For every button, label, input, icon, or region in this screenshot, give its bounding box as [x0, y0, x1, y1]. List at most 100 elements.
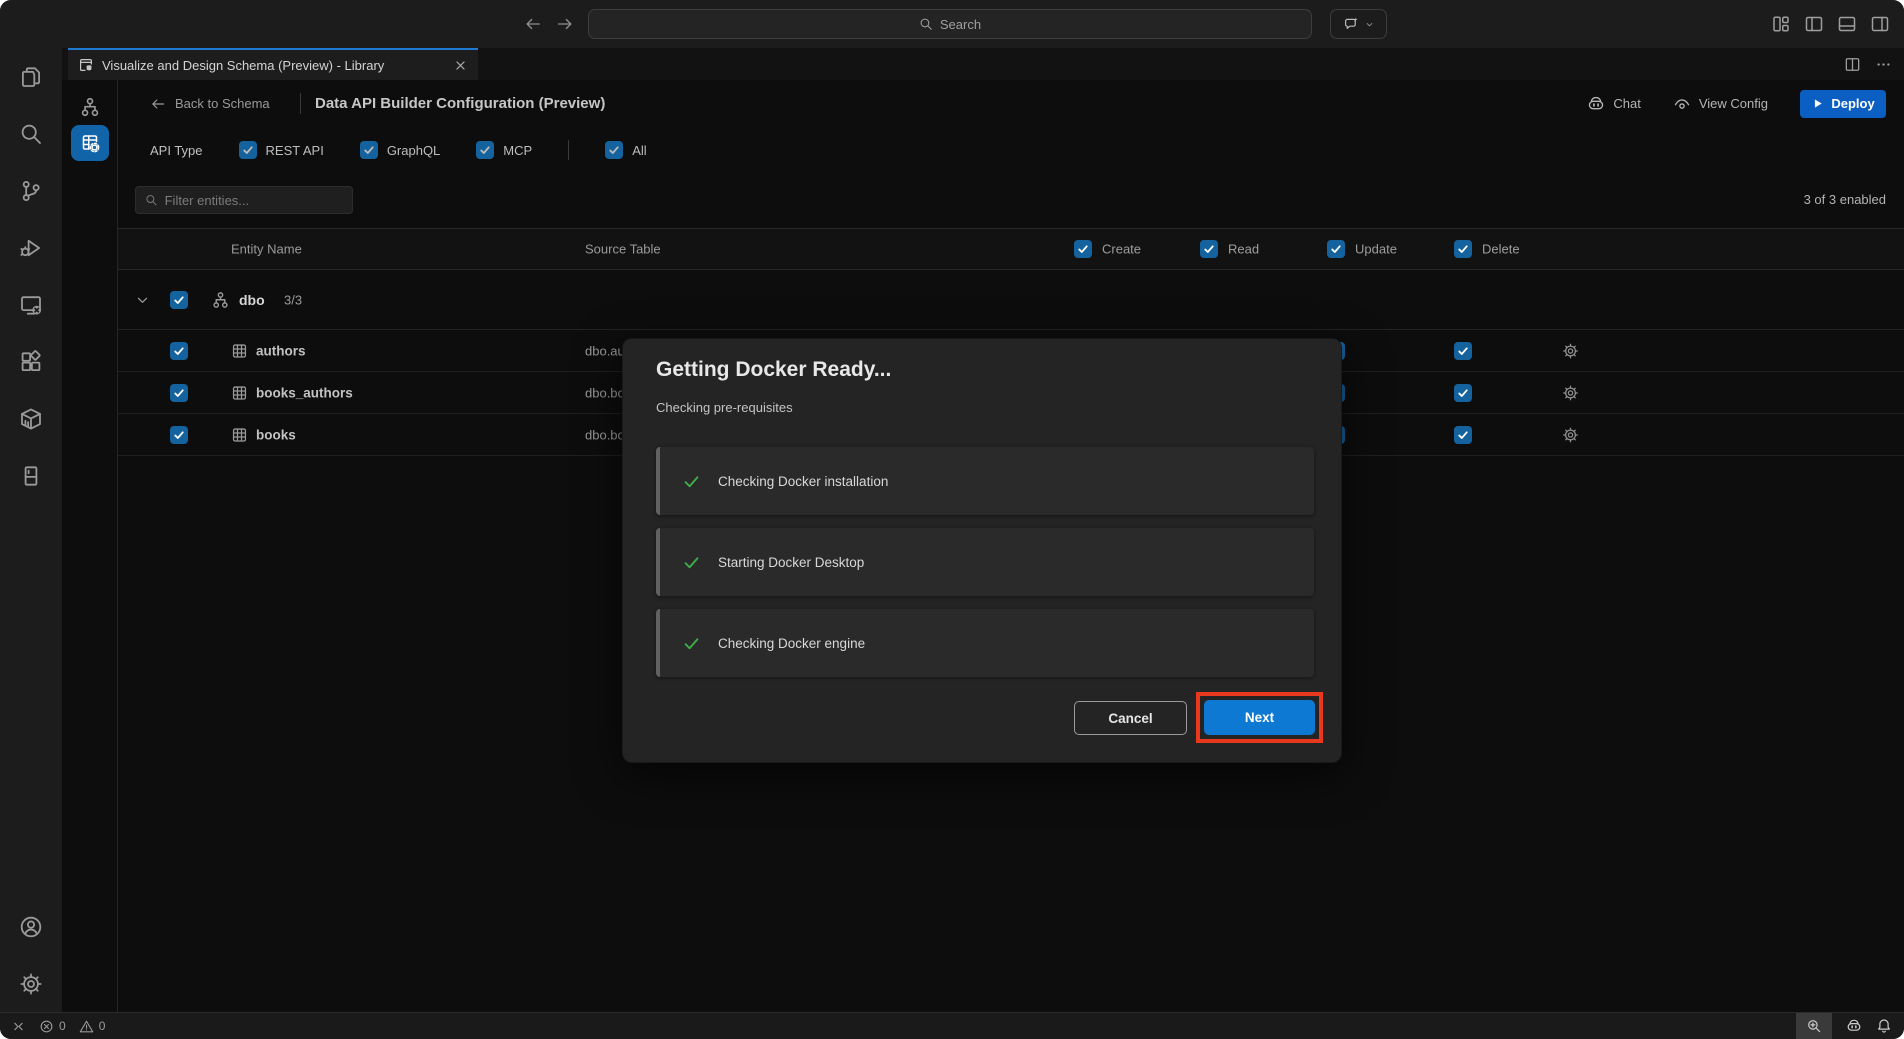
group-checkbox[interactable]	[170, 291, 188, 309]
remote-explorer-icon	[19, 293, 43, 317]
step-label: Checking Docker engine	[718, 636, 865, 651]
history-forward-icon[interactable]	[556, 15, 574, 33]
dab-config-tab-active[interactable]	[71, 125, 109, 161]
entity-filter-input[interactable]	[165, 193, 343, 208]
read-header: Read	[1228, 242, 1259, 257]
history-back-icon[interactable]	[524, 15, 542, 33]
row-settings-gear-icon[interactable]	[1562, 342, 1579, 359]
step-docker-engine: Checking Docker engine	[656, 609, 1314, 677]
mcp-checkbox[interactable]	[476, 141, 494, 159]
toggle-panel-icon[interactable]	[1837, 14, 1857, 34]
sidebar-item-remote-explorer[interactable]	[0, 276, 62, 333]
close-icon[interactable]	[453, 58, 468, 73]
row-checkbox[interactable]	[170, 342, 188, 360]
sidebar-item-search[interactable]	[0, 105, 62, 162]
table-icon	[231, 384, 248, 401]
delete-checkbox[interactable]	[1454, 384, 1472, 402]
zoom-status-button[interactable]	[1796, 1013, 1832, 1039]
title-bar: Search	[0, 0, 1904, 48]
vscode-window: Search Visualize and Design S	[0, 0, 1904, 1039]
entity-name: books_authors	[256, 385, 353, 400]
status-bar: 0 0	[0, 1012, 1904, 1039]
delete-header: Delete	[1482, 242, 1520, 257]
row-checkbox[interactable]	[170, 384, 188, 402]
copilot-status-icon[interactable]	[1846, 1018, 1862, 1034]
sidebar-item-extensions[interactable]	[0, 333, 62, 390]
check-icon	[1457, 387, 1469, 399]
dialog-title: Getting Docker Ready...	[656, 358, 891, 382]
chat-label: Chat	[1613, 96, 1640, 111]
check-icon	[1077, 243, 1089, 255]
files-icon	[19, 65, 43, 89]
database-project-icon	[19, 464, 43, 488]
create-header: Create	[1102, 242, 1141, 257]
problems-warnings[interactable]: 0	[79, 1019, 106, 1034]
chat-button[interactable]: Chat	[1587, 95, 1640, 113]
checkbox-graphql[interactable]: GraphQL	[360, 141, 440, 159]
view-config-button[interactable]: View Config	[1673, 95, 1768, 113]
sidebar-item-run-debug[interactable]	[0, 219, 62, 276]
delete-all-checkbox[interactable]	[1454, 240, 1472, 258]
search-icon	[145, 193, 158, 207]
schema-group-row[interactable]: dbo 3/3	[118, 270, 1904, 330]
chevron-down-icon	[1364, 19, 1375, 30]
sidebar-item-explorer[interactable]	[0, 48, 62, 105]
rest-api-checkbox[interactable]	[239, 141, 257, 159]
header-divider	[300, 93, 301, 114]
tab-visualize-design-schema[interactable]: Visualize and Design Schema (Preview) - …	[68, 48, 478, 80]
next-button[interactable]: Next	[1204, 700, 1315, 735]
customize-layout-icon[interactable]	[1771, 14, 1791, 34]
row-checkbox[interactable]	[170, 426, 188, 444]
error-icon	[39, 1019, 54, 1034]
tab-label: Visualize and Design Schema (Preview) - …	[102, 58, 384, 73]
delete-checkbox[interactable]	[1454, 426, 1472, 444]
copilot-chat-button[interactable]	[1330, 9, 1387, 39]
checkbox-all[interactable]: All	[605, 141, 646, 159]
sidebar-item-settings[interactable]	[0, 955, 62, 1012]
read-all-checkbox[interactable]	[1200, 240, 1218, 258]
create-all-checkbox[interactable]	[1074, 240, 1092, 258]
all-checkbox[interactable]	[605, 141, 623, 159]
step-docker-desktop: Starting Docker Desktop	[656, 528, 1314, 596]
checkbox-rest-api[interactable]: REST API	[239, 141, 324, 159]
remote-indicator-icon[interactable]	[11, 1019, 26, 1034]
delete-checkbox[interactable]	[1454, 342, 1472, 360]
enabled-summary: 3 of 3 enabled	[1804, 186, 1886, 214]
table-header-row: Entity Name Source Table Create Read Upd…	[118, 228, 1904, 270]
zoom-in-icon	[1806, 1018, 1822, 1034]
row-settings-gear-icon[interactable]	[1562, 384, 1579, 401]
check-icon	[479, 144, 491, 156]
checkbox-mcp[interactable]: MCP	[476, 141, 532, 159]
account-icon	[19, 915, 43, 939]
update-all-checkbox[interactable]	[1327, 240, 1345, 258]
row-settings-gear-icon[interactable]	[1562, 426, 1579, 443]
toggle-primary-sidebar-icon[interactable]	[1804, 14, 1824, 34]
chevron-down-icon[interactable]	[134, 291, 151, 308]
cancel-button[interactable]: Cancel	[1074, 701, 1187, 735]
all-label: All	[632, 143, 646, 158]
schema-graph-icon[interactable]	[79, 96, 101, 118]
entity-filter-box[interactable]	[135, 186, 353, 214]
warning-icon	[79, 1019, 94, 1034]
toggle-secondary-sidebar-icon[interactable]	[1870, 14, 1890, 34]
view-config-label: View Config	[1699, 96, 1768, 111]
sidebar-item-database-projects[interactable]	[0, 447, 62, 504]
sidebar-item-accounts[interactable]	[0, 898, 62, 955]
source-table-header: Source Table	[585, 242, 661, 257]
api-type-label: API Type	[150, 143, 203, 158]
problems-errors[interactable]: 0	[39, 1019, 66, 1034]
graphql-checkbox[interactable]	[360, 141, 378, 159]
deploy-button[interactable]: Deploy	[1800, 90, 1886, 118]
eye-icon	[1673, 95, 1691, 113]
sidebar-item-source-control[interactable]	[0, 162, 62, 219]
api-type-row: API Type REST API GraphQL MCP	[150, 127, 669, 173]
back-to-schema-button[interactable]: Back to Schema	[150, 80, 270, 127]
entity-name-header: Entity Name	[231, 242, 302, 257]
bell-icon[interactable]	[1876, 1018, 1892, 1034]
getting-docker-ready-dialog: Getting Docker Ready... Checking pre-req…	[622, 338, 1342, 763]
more-actions-icon[interactable]	[1875, 56, 1892, 73]
command-center-search[interactable]: Search	[588, 9, 1312, 39]
check-icon	[682, 553, 701, 572]
sidebar-item-containers[interactable]	[0, 390, 62, 447]
split-editor-icon[interactable]	[1844, 56, 1861, 73]
